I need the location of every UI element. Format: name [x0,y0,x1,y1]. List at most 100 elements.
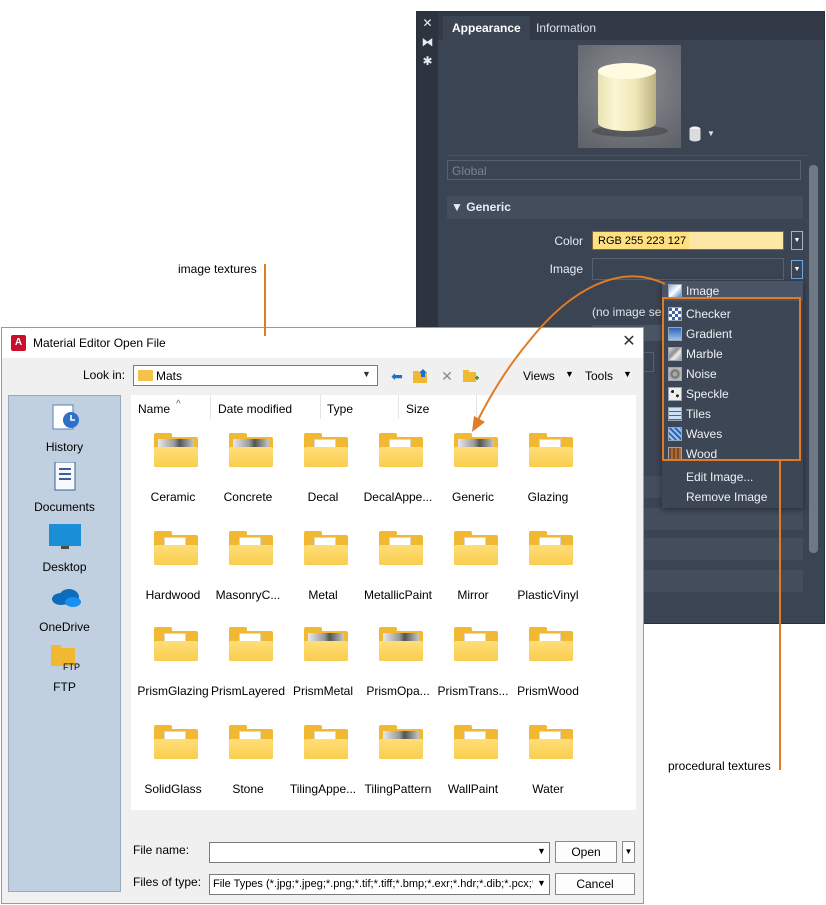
look-in-value: Mats [156,369,183,383]
column-separator[interactable] [210,395,211,419]
open-button[interactable]: Open [555,841,617,863]
folder-name: PlasticVinyl [517,588,579,602]
procedural-textures-highlight [662,297,801,461]
look-in-combo[interactable]: Mats ▼ [133,365,378,386]
color-value: RGB 255 223 127 [598,235,687,247]
chevron-down-icon[interactable]: ▼ [537,846,546,856]
folder-item[interactable]: PrismWood [511,627,585,723]
column-date-modified[interactable]: Date modified [218,399,292,419]
folder-item[interactable]: MetallicPaint [361,531,435,627]
scrollbar[interactable] [809,165,818,553]
section-title: Generic [466,200,511,214]
up-folder-icon[interactable] [412,367,430,385]
folder-icon [454,725,498,759]
folder-item[interactable]: Mirror [436,531,510,627]
folder-icon [304,433,348,467]
close-icon[interactable]: ✕ [421,17,434,30]
places-bar: History Documents Desktop OneDrive FTP F… [8,395,121,892]
column-separator[interactable] [320,395,321,419]
folder-item[interactable]: PrismMetal [286,627,360,723]
settings-icon[interactable]: ✱ [421,55,434,68]
folder-icon [529,627,573,661]
image-dropdown-button[interactable]: ▼ [791,260,803,279]
column-separator[interactable] [398,395,399,419]
place-history[interactable]: History [9,402,120,458]
menu-item-edit-image[interactable]: Edit Image... [662,467,803,487]
folder-item[interactable]: Decal [286,433,360,529]
cancel-button[interactable]: Cancel [555,873,635,895]
sort-ascending-icon: ^ [176,399,181,410]
divider [447,155,807,156]
folder-item[interactable]: PrismOpa... [361,627,435,723]
folder-icon [379,531,423,565]
open-options-dropdown[interactable]: ▼ [622,841,635,863]
files-of-type-select[interactable]: File Types (*.jpg;*.jpeg;*.png;*.tif;*.t… [209,874,550,895]
folder-name: Water [532,782,564,796]
files-of-type-value: File Types (*.jpg;*.jpeg;*.png;*.tif;*.t… [213,878,533,890]
place-label: Desktop [42,560,87,574]
folder-icon [304,725,348,759]
folder-item[interactable]: Metal [286,531,360,627]
look-in-label: Look in: [83,368,126,382]
curved-arrow-icon [472,275,666,432]
column-name[interactable]: Name ^ [138,399,181,419]
tab-information[interactable]: Information [527,16,605,40]
folder-item[interactable]: Water [511,725,585,821]
folder-item[interactable]: PlasticVinyl [511,531,585,627]
callout-line [779,461,781,770]
folder-item[interactable]: SolidGlass [136,725,210,821]
chevron-down-icon[interactable]: ▼ [707,129,715,138]
folder-item[interactable]: Glazing [511,433,585,529]
file-name-input[interactable]: ▼ [209,842,550,863]
folder-item[interactable]: WallPaint [436,725,510,821]
folder-item[interactable]: Stone [211,725,285,821]
folder-item[interactable]: Generic [436,433,510,529]
image-textures-label: image textures [178,262,257,276]
folder-item[interactable]: PrismGlazing [136,627,210,723]
place-ftp[interactable]: FTP FTP [9,642,120,698]
global-field[interactable]: Global [447,160,801,180]
back-arrow-icon[interactable]: ⬅ [388,367,406,385]
chevron-down-icon: ▼ [537,878,546,888]
folder-icon [454,627,498,661]
place-desktop[interactable]: Desktop [9,522,120,578]
folder-icon [154,531,198,565]
folder-item[interactable]: Concrete [211,433,285,529]
menu-item-remove-image[interactable]: Remove Image [662,487,803,507]
column-type[interactable]: Type [327,399,353,419]
section-generic-header[interactable]: ▼ Generic [447,196,803,219]
collapse-icon[interactable]: ⧓ [421,36,434,49]
color-field[interactable]: RGB 255 223 127 [592,231,784,250]
folder-item[interactable]: Ceramic [136,433,210,529]
folder-item[interactable]: TilingAppe... [286,725,360,821]
place-documents[interactable]: Documents [9,462,120,518]
tab-appearance[interactable]: Appearance [443,16,530,40]
column-label: Name [138,402,171,416]
file-name-label: File name: [133,843,190,857]
autocad-app-icon: A [11,335,26,351]
color-label: Color [554,234,583,248]
place-onedrive[interactable]: OneDrive [9,582,120,638]
cylinder-shape-icon[interactable] [689,126,701,142]
color-dropdown-button[interactable]: ▼ [791,231,803,250]
folder-icon [529,531,573,565]
delete-icon[interactable]: ✕ [438,367,456,385]
folder-icon [138,370,153,381]
procedural-textures-label: procedural textures [668,759,771,773]
tab-bar: Appearance Information [438,12,824,40]
chevron-down-icon: ▼ [362,369,371,379]
folder-item[interactable]: DecalAppe... [361,433,435,529]
menu-item-label: Remove Image [686,490,768,504]
documents-icon [54,462,76,491]
folder-name: PrismWood [517,684,579,698]
folder-icon [229,531,273,565]
folder-item[interactable]: MasonryC... [211,531,285,627]
folder-item[interactable]: Hardwood [136,531,210,627]
folder-item[interactable]: TilingPattern [361,725,435,821]
column-size[interactable]: Size [406,399,429,419]
folder-item[interactable]: PrismTrans... [436,627,510,723]
folder-icon [379,627,423,661]
folder-icon [454,531,498,565]
folder-item[interactable]: PrismLayered [211,627,285,723]
preview-cylinder-top [598,63,656,79]
